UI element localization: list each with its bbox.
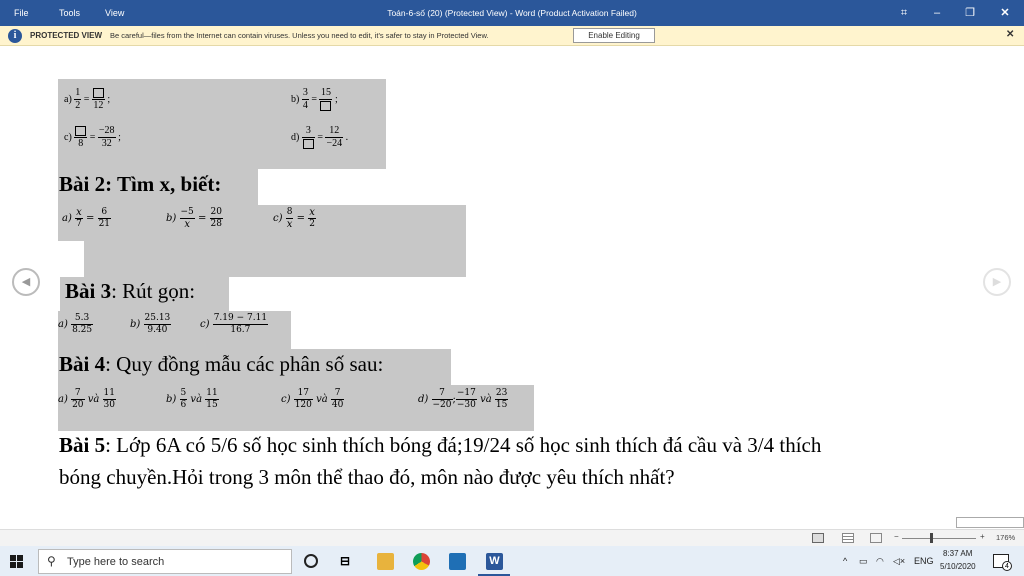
notification-count: 4 (1002, 561, 1012, 571)
next-page-icon[interactable]: ▶ (983, 268, 1011, 296)
zoom-out-button[interactable]: − (894, 532, 899, 541)
search-placeholder: Type here to search (67, 556, 165, 568)
bai4-c: c) 17 120 và 7 40 (281, 388, 345, 410)
read-mode-icon[interactable] (812, 533, 824, 543)
protected-view-message: Be careful—files from the Internet can c… (110, 31, 489, 40)
enable-editing-button[interactable]: Enable Editing (573, 28, 655, 43)
bai3-c: c) 7.19 − 7.11 16.7 (200, 313, 269, 335)
bai4-b: b) 56 và 11 15 (166, 388, 219, 410)
scroll-thumb[interactable] (956, 517, 1024, 528)
window-title: Toán-6-số (20) (Protected View) - Word (… (387, 8, 637, 18)
taskbar-search[interactable]: ⚲ Type here to search (38, 549, 292, 574)
photos-icon[interactable] (449, 553, 466, 570)
blank-box (320, 100, 332, 111)
task-view-icon[interactable]: ⊟ (340, 554, 350, 568)
language-indicator[interactable]: ENG (914, 556, 934, 566)
chrome-icon[interactable] (413, 553, 430, 570)
bai5-line1: Bài 5: Lớp 6A có 5/6 số học sinh thích b… (59, 433, 822, 457)
info-icon: i (8, 29, 22, 43)
zoom-level[interactable]: 176% (996, 533, 1015, 542)
zoom-in-button[interactable]: + (980, 532, 985, 541)
maximize-button[interactable]: ❐ (955, 4, 985, 22)
print-layout-icon[interactable] (842, 533, 854, 543)
zoom-slider-thumb[interactable] (930, 533, 933, 543)
prev-page-icon[interactable]: ◀ (12, 268, 40, 296)
bai2-b: b) −5 x = 20 28 (166, 207, 223, 230)
ex1-c: c) 8 = −28 32 ; (64, 125, 121, 149)
clock-date[interactable]: 5/10/2020 (940, 562, 976, 571)
minimize-button[interactable]: – (922, 4, 952, 22)
zoom-slider[interactable] (902, 538, 976, 539)
web-layout-icon[interactable] (870, 533, 882, 543)
bai2-c: c) 8x = x2 (273, 207, 316, 230)
title-bar: File Tools View Toán-6-số (20) (Protecte… (0, 0, 1024, 26)
windows-start-icon[interactable] (10, 555, 23, 568)
bai4-title: Bài 4: Quy đồng mẫu các phân số sau: (59, 352, 384, 376)
ex1-d: d) 3 = 12 −24 . (291, 125, 349, 149)
close-button[interactable]: ✕ (990, 4, 1020, 22)
bai4-a: a) 7 20 và 11 30 (58, 388, 116, 410)
file-explorer-icon[interactable] (377, 553, 394, 570)
protected-view-bar: i PROTECTED VIEW Be careful—files from t… (0, 26, 1024, 46)
bai2-title: Bài 2: Tìm x, biết: (59, 172, 222, 196)
ex1-a: a) 12 = 12 ; (64, 87, 111, 111)
cortana-icon[interactable] (304, 554, 318, 568)
bai4-d: d) 7 −20; −17 −30 và 23 15 (418, 388, 509, 410)
blank-box (75, 125, 87, 136)
volume-icon[interactable]: ◁× (893, 556, 905, 567)
document-page: a) 12 = 12 ; b) 34 = 15 ; c) 8 = −28 32 ;… (0, 47, 1024, 528)
ex1-b: b) 34 = 15 ; (291, 87, 338, 111)
protected-view-title: PROTECTED VIEW (30, 31, 103, 40)
chevron-up-icon[interactable]: ^ (843, 556, 847, 566)
fullscreen-button[interactable]: ⌗ (889, 4, 919, 22)
bai2-highlight (58, 205, 466, 241)
bai3-b: b) 25.13 9.40 (130, 313, 172, 335)
bai5-line2: bóng chuyền.Hỏi trong 3 môn thể thao đó,… (59, 465, 675, 489)
bai2-a: a) x7 = 6 21 (62, 207, 112, 229)
wifi-icon[interactable]: ◠ (876, 556, 884, 567)
clock-time[interactable]: 8:37 AM (943, 549, 972, 558)
battery-icon[interactable]: ▭ (859, 556, 868, 567)
close-bar-icon[interactable]: ✕ (1006, 29, 1014, 40)
status-bar: − + 176% (0, 529, 1024, 546)
search-icon: ⚲ (47, 554, 56, 568)
blank-box (302, 138, 314, 149)
bai3-title: Bài 3: Rút gọn: (65, 279, 196, 303)
blank-box (92, 87, 104, 98)
taskbar: ⚲ Type here to search ⊟ W ^ ▭ ◠ ◁× ENG 8… (0, 546, 1024, 576)
word-icon[interactable]: W (486, 553, 503, 570)
bai3-a: a) 5.3 8.25 (58, 313, 94, 335)
empty-highlight (70, 241, 466, 277)
